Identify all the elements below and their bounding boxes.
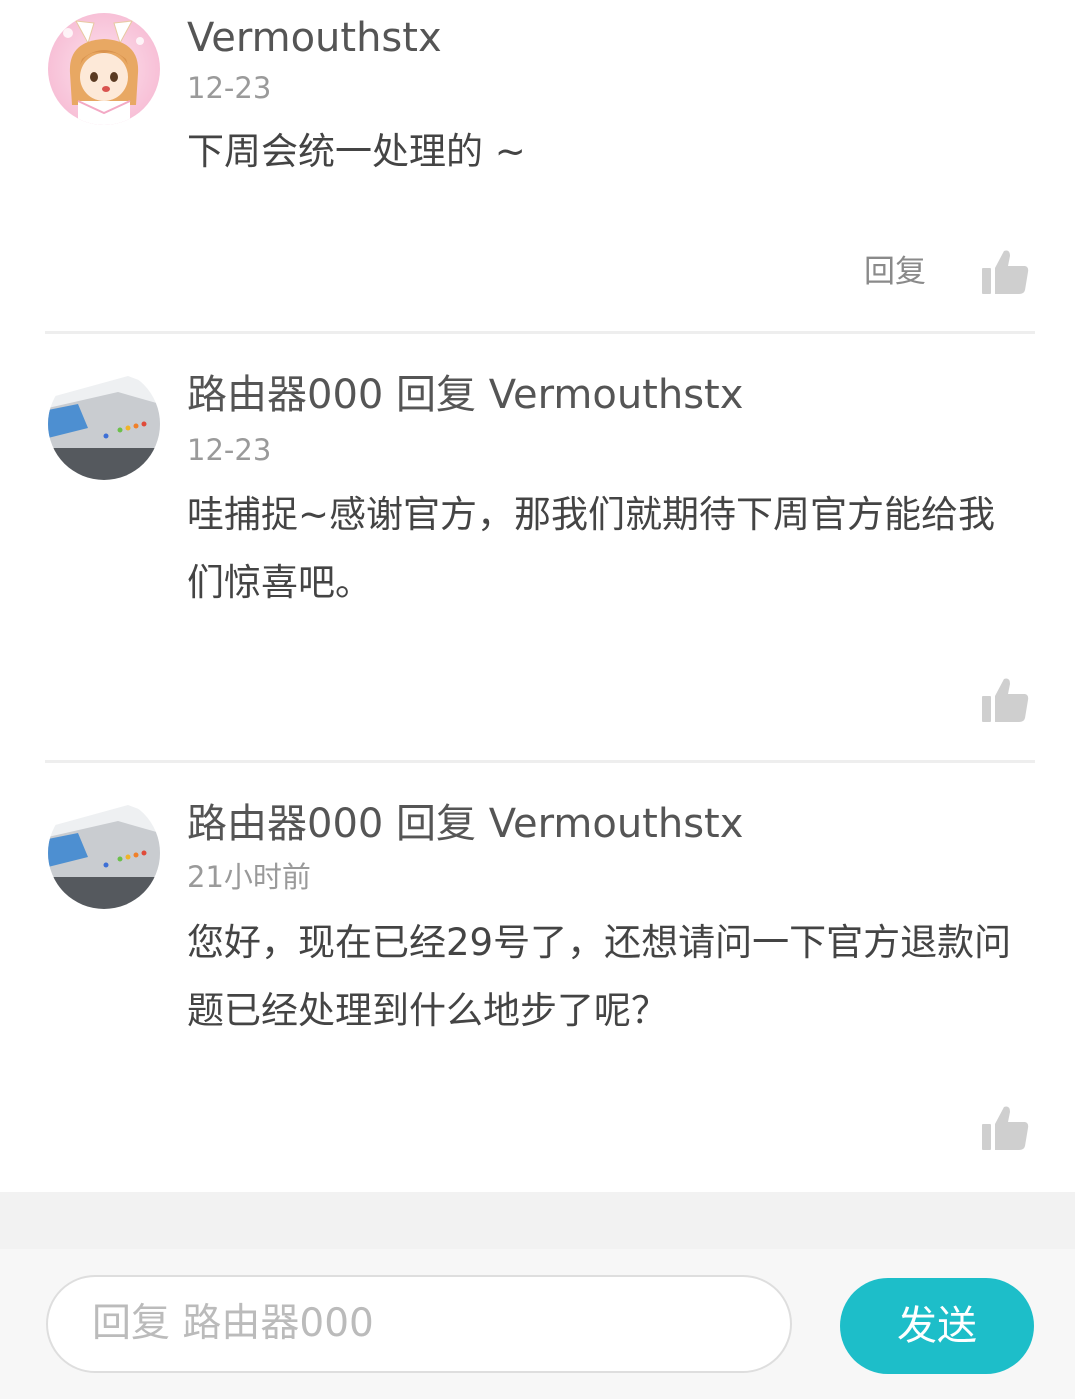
comment-author[interactable]: Vermouthstx	[187, 14, 442, 62]
divider	[45, 760, 1035, 763]
comment-time: 21小时前	[187, 860, 311, 894]
avatar[interactable]	[48, 797, 160, 909]
comment-content: 哇捕捉~感谢官方，那我们就期待下周官方能给我们惊喜吧。	[187, 493, 996, 604]
comment-time: 12-23	[187, 433, 272, 467]
avatar[interactable]	[48, 368, 160, 480]
router-avatar-icon	[48, 797, 160, 909]
comment-author[interactable]: 路由器000 回复 Vermouthstx	[187, 800, 743, 848]
anime-girl-avatar-icon	[48, 13, 160, 125]
thumbs-up-icon[interactable]	[980, 676, 1030, 724]
avatar[interactable]	[48, 13, 160, 125]
comment-content: 下周会统一处理的 ~	[187, 130, 526, 173]
router-avatar-icon	[48, 368, 160, 480]
reply-button[interactable]: 回复	[864, 254, 926, 290]
thumbs-up-icon[interactable]	[980, 248, 1030, 296]
comment-content: 您好，现在已经29号了，还想请问一下官方退款问题已经处理到什么地步了呢？	[187, 921, 1012, 1032]
divider	[45, 331, 1035, 334]
send-button[interactable]: 发送	[840, 1278, 1034, 1374]
thumbs-up-icon[interactable]	[980, 1104, 1030, 1152]
comment-thread-page: Vermouthstx 12-23 下周会统一处理的 ~ 回复 路由器000 回…	[0, 0, 1075, 1399]
comment-time: 12-23	[187, 71, 272, 105]
comment-author[interactable]: 路由器000 回复 Vermouthstx	[187, 371, 743, 419]
reply-input[interactable]: 回复 路由器000	[46, 1275, 792, 1373]
